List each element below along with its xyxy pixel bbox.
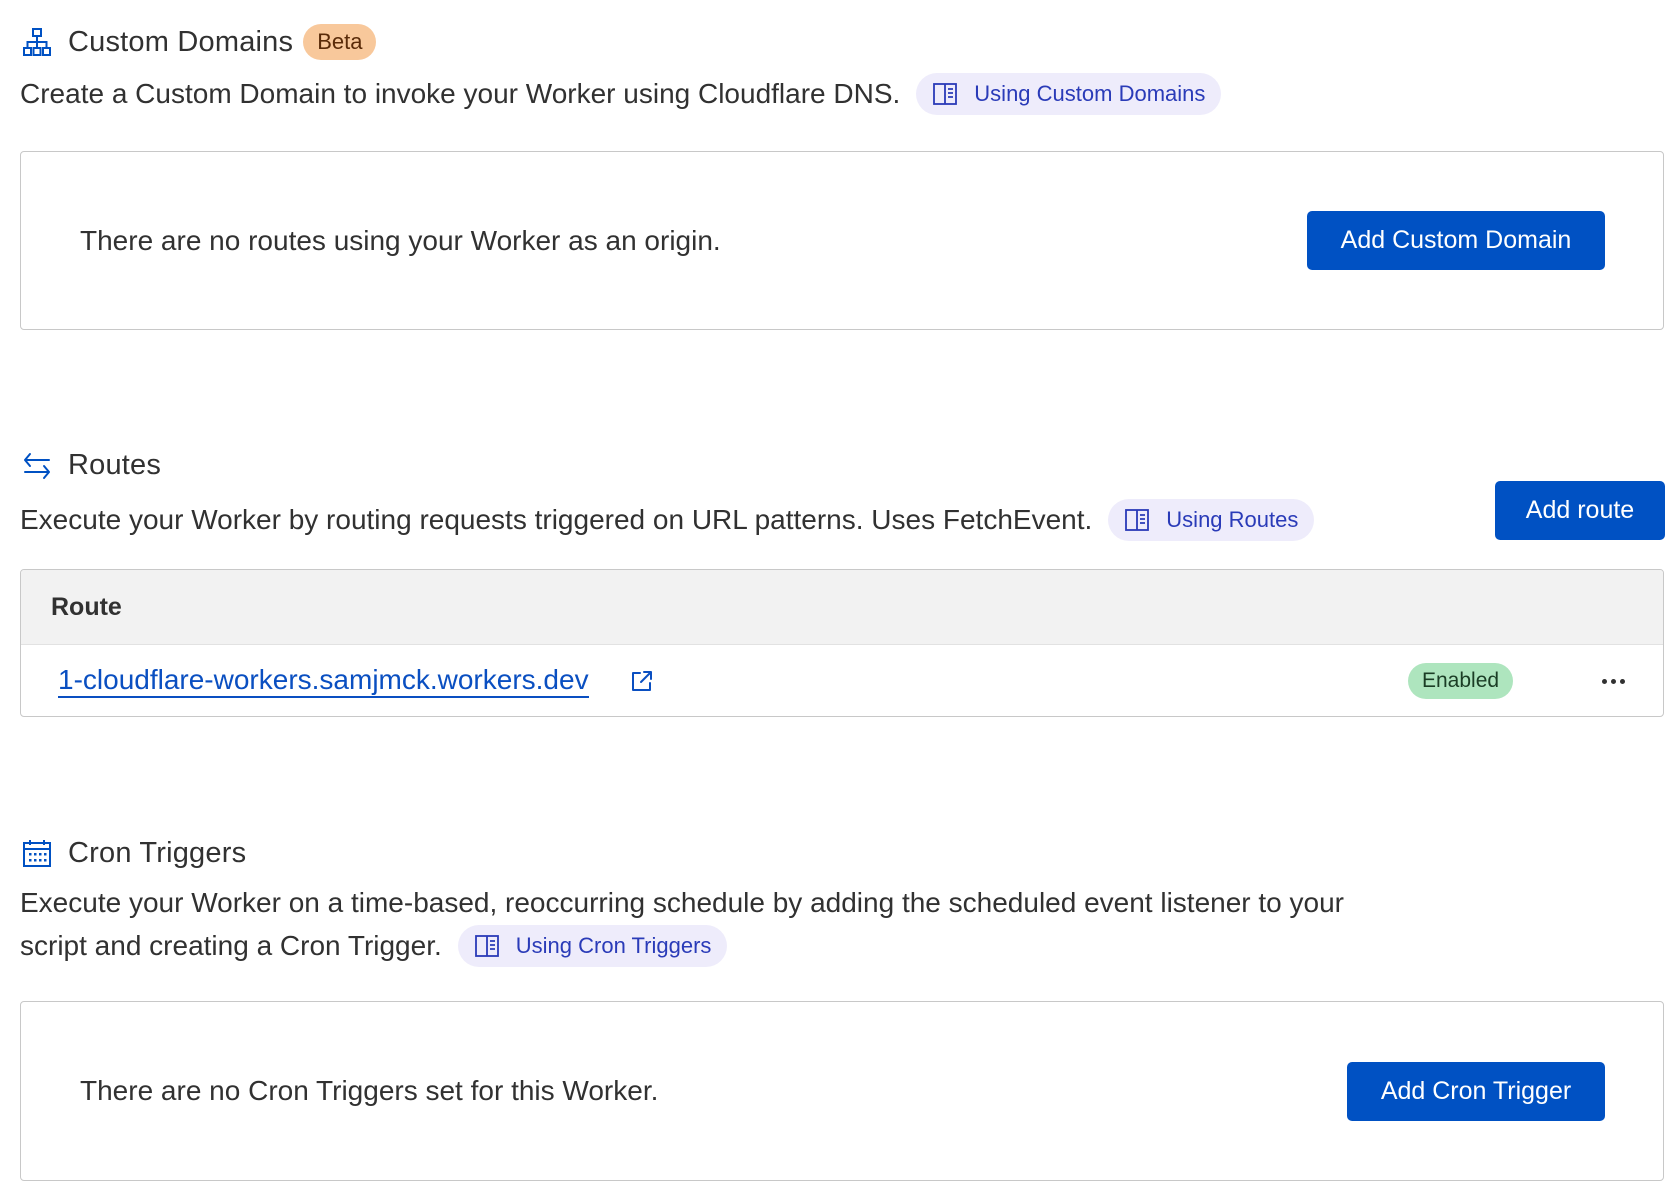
custom-domains-card: There are no routes using your Worker as…	[20, 151, 1664, 330]
beta-badge: Beta	[303, 24, 377, 60]
cron-triggers-header: Cron Triggers	[20, 833, 246, 873]
status-badge: Enabled	[1408, 663, 1514, 699]
routes-description-row: Execute your Worker by routing requests …	[20, 498, 1315, 542]
routes-header: Routes	[20, 445, 161, 485]
book-icon	[1124, 507, 1150, 533]
using-custom-domains-label: Using Custom Domains	[974, 81, 1206, 106]
cron-triggers-description-row2: script and creating a Cron Trigger. Usin…	[20, 924, 728, 968]
cron-triggers-description-line2: script and creating a Cron Trigger.	[20, 930, 442, 961]
more-options-icon[interactable]	[1593, 663, 1633, 699]
routes-title: Routes	[68, 448, 162, 481]
external-link-icon[interactable]	[629, 668, 655, 694]
cron-triggers-title: Cron Triggers	[68, 836, 247, 869]
routes-table: Route 1-cloudflare-workers.samjmck.worke…	[20, 569, 1664, 717]
book-icon	[932, 81, 958, 107]
custom-domains-title: Custom Domains	[68, 25, 294, 58]
calendar-icon	[20, 836, 54, 870]
routes-description: Execute your Worker by routing requests …	[20, 504, 1093, 535]
using-routes-label: Using Routes	[1166, 507, 1299, 532]
add-custom-domain-button[interactable]: Add Custom Domain	[1307, 211, 1605, 270]
custom-domains-description-row: Create a Custom Domain to invoke your Wo…	[20, 72, 1222, 116]
column-header-route: Route	[51, 592, 122, 621]
using-routes-link[interactable]: Using Routes	[1108, 499, 1315, 541]
book-icon	[474, 933, 500, 959]
cron-triggers-description-line1: Execute your Worker on a time-based, reo…	[20, 887, 1344, 918]
using-cron-triggers-link[interactable]: Using Cron Triggers	[457, 925, 728, 967]
add-cron-trigger-button[interactable]: Add Cron Trigger	[1347, 1061, 1605, 1121]
using-cron-triggers-label: Using Cron Triggers	[515, 933, 712, 958]
custom-domains-header: Custom Domains Beta	[20, 22, 377, 62]
arrows-exchange-icon	[20, 448, 54, 482]
table-row: 1-cloudflare-workers.samjmck.workers.dev…	[21, 645, 1663, 716]
custom-domains-empty-message: There are no routes using your Worker as…	[80, 224, 721, 256]
route-link[interactable]: 1-cloudflare-workers.samjmck.workers.dev	[58, 664, 589, 698]
cron-triggers-card: There are no Cron Triggers set for this …	[20, 1001, 1664, 1181]
custom-domains-description: Create a Custom Domain to invoke your Wo…	[20, 78, 901, 109]
cron-triggers-empty-message: There are no Cron Triggers set for this …	[80, 1075, 659, 1106]
sitemap-icon	[20, 25, 54, 59]
add-route-button[interactable]: Add route	[1495, 481, 1665, 540]
routes-table-header: Route	[21, 570, 1663, 645]
using-custom-domains-link[interactable]: Using Custom Domains	[916, 73, 1222, 115]
